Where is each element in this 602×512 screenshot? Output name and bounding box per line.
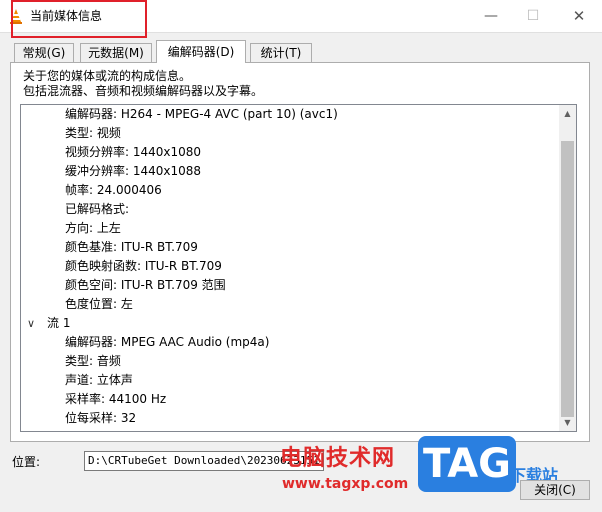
tree-row[interactable]: 类型: 视频	[65, 124, 121, 143]
close-window-button[interactable]: ✕	[556, 0, 602, 32]
tree-row[interactable]: 颜色基准: ITU-R BT.709	[65, 238, 198, 257]
title-highlight-box	[11, 0, 147, 38]
scrollbar-thumb[interactable]	[561, 141, 574, 417]
title-bar: 当前媒体信息 — ☐ ✕	[0, 0, 602, 38]
tab-codec[interactable]: 编解码器(D)	[156, 40, 246, 63]
tree-row[interactable]: 颜色空间: ITU-R BT.709 范围	[65, 276, 226, 295]
watermark-url: www.tagxp.com	[282, 476, 409, 492]
scroll-up-arrow-icon[interactable]: ▲	[559, 105, 576, 122]
vertical-scrollbar[interactable]: ▲ ▼	[559, 105, 576, 431]
tree-row[interactable]: 方向: 上左	[65, 219, 121, 238]
chevron-down-icon[interactable]: ∨	[27, 314, 39, 333]
minimize-button[interactable]: —	[468, 0, 514, 32]
tree-row[interactable]: 编解码器: H264 - MPEG-4 AVC (part 10) (avc1)	[65, 105, 338, 124]
close-button[interactable]: 关闭(C)	[520, 480, 590, 500]
codec-tree[interactable]: 编解码器: H264 - MPEG-4 AVC (part 10) (avc1)…	[20, 104, 577, 432]
watermark-site-name: 电脑技术网	[280, 446, 396, 471]
panel-description: 关于您的媒体或流的构成信息。 包括混流器、音频和视频编解码器以及字幕。	[23, 69, 263, 99]
tree-row[interactable]: 位每采样: 32	[65, 409, 136, 428]
tree-row[interactable]: 颜色映射函数: ITU-R BT.709	[65, 257, 222, 276]
maximize-button[interactable]: ☐	[510, 0, 556, 32]
tree-row[interactable]: 类型: 音频	[65, 352, 121, 371]
tree-row[interactable]: 帧率: 24.000406	[65, 181, 162, 200]
tab-general[interactable]: 常规(G)	[14, 43, 74, 62]
watermark-logo: TAG	[418, 436, 516, 492]
tree-row[interactable]: 缓冲分辨率: 1440x1088	[65, 162, 201, 181]
tab-statistics[interactable]: 统计(T)	[250, 43, 312, 62]
description-line-2: 包括混流器、音频和视频编解码器以及字幕。	[23, 84, 264, 98]
tab-metadata[interactable]: 元数据(M)	[80, 43, 152, 62]
tree-node-label: 流 1	[47, 316, 71, 330]
tree-row[interactable]: 已解码格式:	[65, 200, 129, 219]
description-line-1: 关于您的媒体或流的构成信息。	[23, 69, 192, 83]
tree-node-stream-1[interactable]: ∨ 流 1	[27, 314, 70, 333]
tree-row[interactable]: 色度位置: 左	[65, 295, 133, 314]
tree-row[interactable]: 视频分辨率: 1440x1080	[65, 143, 201, 162]
tree-row[interactable]: 声道: 立体声	[65, 371, 133, 390]
scroll-down-arrow-icon[interactable]: ▼	[559, 414, 576, 431]
location-label: 位置:	[12, 455, 41, 469]
tree-row[interactable]: 编解码器: MPEG AAC Audio (mp4a)	[65, 333, 269, 352]
tree-row[interactable]: 采样率: 44100 Hz	[65, 390, 166, 409]
